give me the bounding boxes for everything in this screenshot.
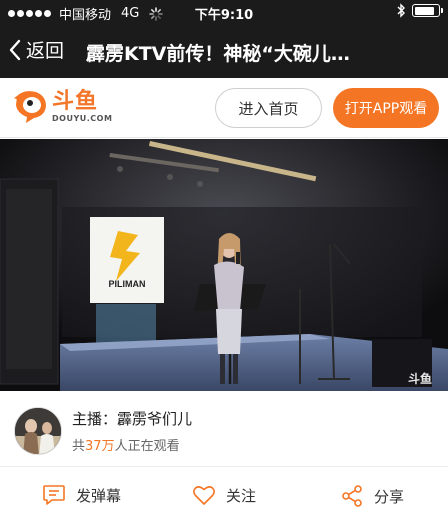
video-frame: PILIMAN (0, 139, 448, 391)
anchor-line: 主播：霹雳爷们儿 (72, 408, 192, 429)
danmaku-label: 发弹幕 (76, 486, 122, 505)
share-icon (342, 485, 362, 507)
logo-text: 斗鱼 (52, 88, 99, 114)
streamer-avatar[interactable] (14, 407, 62, 455)
follow-label: 关注 (226, 486, 257, 505)
status-bar: 中国移动 4G 下午9:10 (0, 0, 448, 24)
navigation-bar: 返回 霹雳KTV前传！神秘“大碗儿… (0, 24, 448, 78)
viewers-prefix: 共 (72, 439, 86, 454)
video-player[interactable]: PILIMAN 斗鱼 (0, 139, 448, 391)
status-right (396, 3, 443, 18)
video-watermark: 斗鱼 (407, 372, 432, 386)
brand-header: 斗鱼 DOUYU.COM 进入首页 打开APP观看 (0, 78, 448, 138)
action-bar: 发弹幕 关注 分享 (0, 466, 448, 531)
chevron-left-icon (9, 39, 21, 60)
follow-button[interactable]: 关注 (192, 484, 256, 506)
go-to-homepage-button[interactable]: 进入首页 (215, 88, 322, 128)
viewer-count-line: 共37万人正在观看 (72, 435, 180, 454)
viewers-count: 37万 (85, 439, 115, 454)
anchor-name[interactable]: 霹雳爷们儿 (117, 410, 192, 428)
anchor-prefix: 主播： (72, 410, 118, 428)
back-label: 返回 (26, 40, 65, 62)
heart-icon (193, 486, 215, 505)
douyu-fish-icon (14, 91, 46, 123)
poster-text: PILIMAN (109, 279, 146, 289)
status-time: 下午9:10 (194, 8, 254, 23)
logo-url: DOUYU.COM (52, 113, 113, 123)
share-label: 分享 (374, 487, 405, 506)
back-button[interactable]: 返回 (8, 36, 64, 63)
open-app-button[interactable]: 打开APP观看 (333, 88, 439, 128)
bluetooth-icon (397, 3, 405, 18)
share-button[interactable]: 分享 (340, 484, 404, 508)
comment-icon (43, 485, 65, 505)
battery-icon (412, 4, 443, 17)
streamer-info: 主播：霹雳爷们儿 共37万人正在观看 (0, 392, 448, 464)
send-danmaku-button[interactable]: 发弹幕 (42, 484, 121, 506)
avatar-image (15, 408, 61, 454)
viewers-suffix: 人正在观看 (114, 439, 180, 454)
page-title: 霹雳KTV前传！神秘“大碗儿… (86, 43, 350, 65)
douyu-logo[interactable]: 斗鱼 DOUYU.COM (12, 86, 112, 126)
